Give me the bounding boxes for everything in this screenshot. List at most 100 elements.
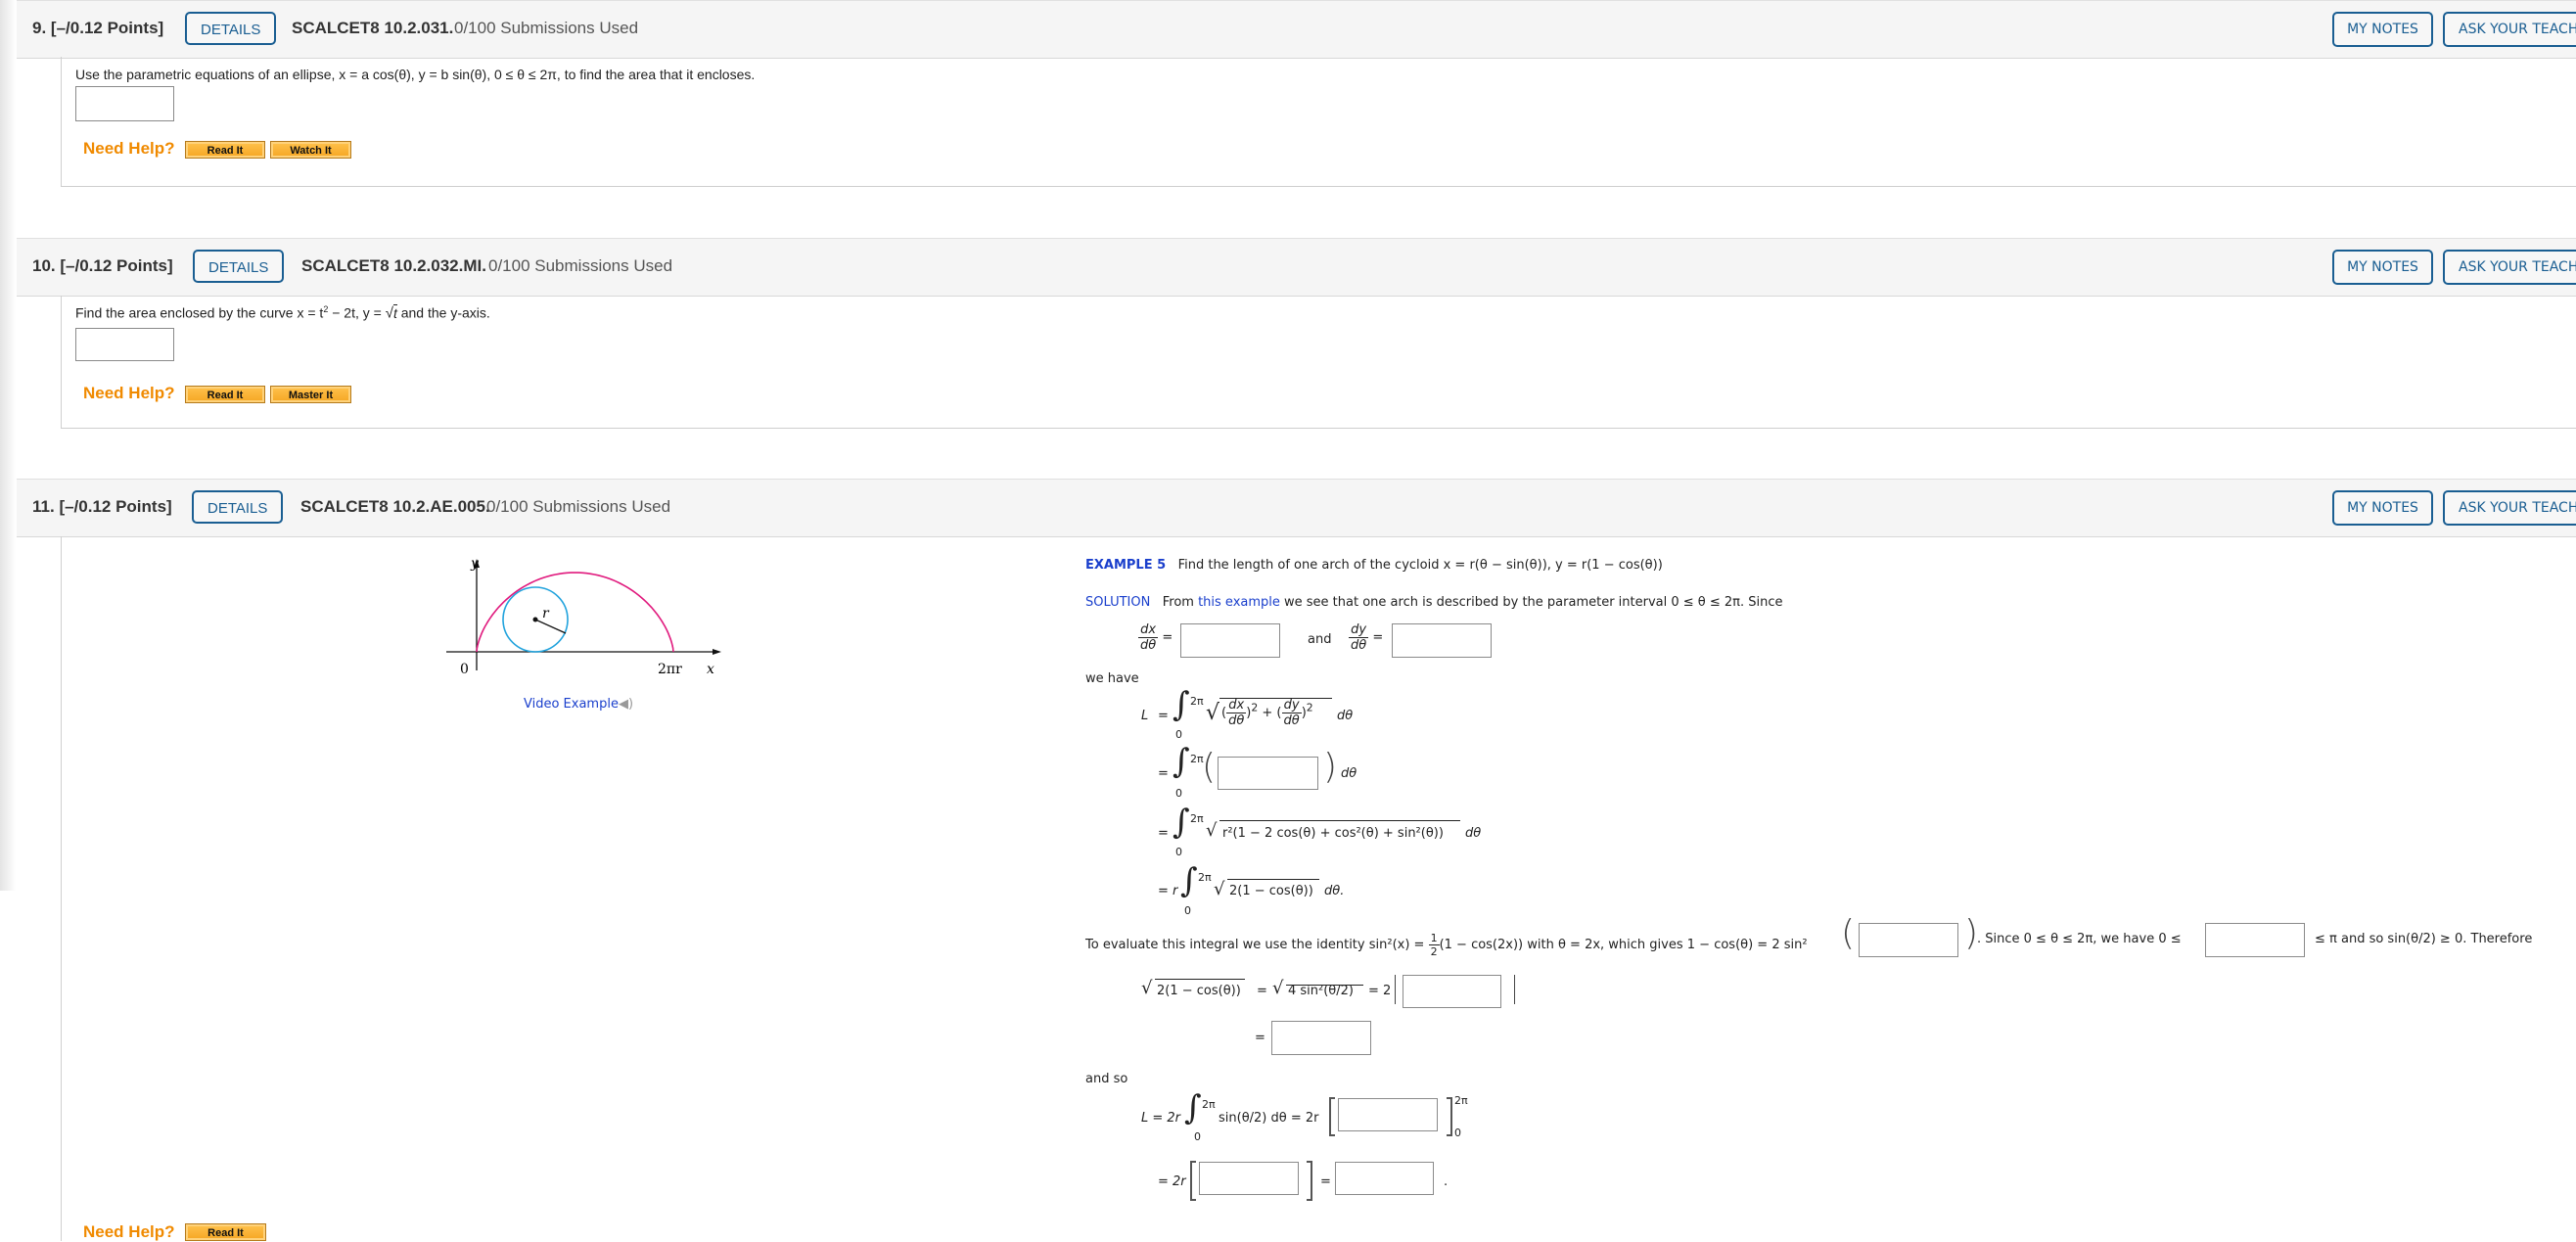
ask-teacher-button[interactable]: ASK YOUR TEACHER [2443, 250, 2576, 285]
upper-limit: 2π [1202, 1098, 1216, 1111]
question-10-body: Find the area enclosed by the curve x = … [61, 296, 2576, 429]
video-example-link[interactable]: Video Example◀) [524, 697, 633, 712]
radicand: (dx dθ)2 + (dy dθ)2 [1221, 698, 1313, 728]
upper-limit: 2π [1454, 1094, 1468, 1107]
end-label: 2πr [658, 662, 682, 677]
half-angle-input[interactable] [1859, 923, 1958, 957]
speaker-icon: ◀) [618, 697, 634, 712]
abs-value-input[interactable] [1403, 975, 1501, 1008]
answer-input[interactable] [75, 86, 174, 121]
abs-left [1395, 975, 1396, 1004]
question-11-header: 11. [–/0.12 Points] DETAILS SCALCET8 10.… [17, 479, 2576, 537]
L-symbol: L [1141, 709, 1149, 723]
question-number: 10. [–/0.12 Points] [32, 256, 173, 275]
dy-dtheta-input[interactable] [1392, 623, 1492, 658]
integral-sign: ∫ [1173, 685, 1190, 724]
my-notes-button[interactable]: MY NOTES [2332, 250, 2433, 285]
left-bracket [1190, 1161, 1196, 1201]
abs-right [1514, 975, 1515, 1004]
sqrt-bar [1219, 820, 1460, 821]
lower-limit: 0 [1175, 787, 1182, 800]
range-input[interactable] [2205, 923, 2305, 957]
final-length-input[interactable] [1335, 1162, 1434, 1195]
radicand: r²(1 − 2 cos(θ) + cos²(θ) + sin²(θ)) [1222, 826, 1444, 841]
L-eq: L = 2r [1141, 1111, 1181, 1126]
sqrt-mid: 4 sin²(θ/2) [1288, 984, 1354, 998]
d-theta: dθ [1337, 709, 1354, 723]
my-notes-button[interactable]: MY NOTES [2332, 12, 2433, 47]
ask-teacher-button[interactable]: ASK YOUR TEACHER [2443, 12, 2576, 47]
antiderivative-input[interactable] [1338, 1098, 1438, 1131]
ask-teacher-button[interactable]: ASK YOUR TEACHER [2443, 490, 2576, 526]
equals: = [1158, 766, 1169, 781]
my-notes-button[interactable]: MY NOTES [2332, 490, 2433, 526]
identity-text: To evaluate this integral we use the ide… [1085, 932, 1808, 958]
details-button[interactable]: DETAILS [193, 250, 285, 283]
read-it-button[interactable]: Read It [185, 141, 265, 159]
upper-limit: 2π [1190, 695, 1204, 708]
integrand-input[interactable] [1218, 757, 1318, 790]
d-theta: dθ [1341, 766, 1357, 781]
sqrt-sign: √ [1206, 701, 1220, 725]
dx-dtheta-input[interactable] [1180, 623, 1280, 658]
sqrt-lhs: 2(1 − cos(θ)) [1157, 984, 1241, 998]
need-help-label: Need Help? [83, 1222, 175, 1241]
answer-input[interactable] [75, 328, 174, 361]
x-label: x [707, 662, 714, 677]
equals: = [1255, 1031, 1265, 1045]
right-paren: ) [1964, 913, 1979, 953]
question-number: 9. [–/0.12 Points] [32, 19, 164, 37]
right-paren: ) [1323, 747, 1338, 787]
read-it-button[interactable]: Read It [185, 386, 265, 403]
left-shadow [0, 0, 16, 891]
question-10-header: 10. [–/0.12 Points] DETAILS SCALCET8 10.… [17, 238, 2576, 297]
question-code: SCALCET8 10.2.AE.005. [300, 497, 490, 516]
watch-it-button[interactable]: Watch It [270, 141, 351, 159]
right-bracket [1447, 1097, 1452, 1136]
equals: = [1158, 709, 1169, 723]
question-prompt: Find the area enclosed by the curve x = … [75, 303, 490, 322]
integral-sign: ∫ [1173, 742, 1190, 781]
since-text: . Since 0 ≤ θ ≤ 2π, we have 0 ≤ [1977, 932, 2182, 946]
sqrt-bar [1227, 879, 1319, 880]
integral-sign: ∫ [1184, 1088, 1202, 1127]
details-button[interactable]: DETAILS [192, 490, 284, 524]
sqrt-sign: √ [1272, 978, 1284, 998]
eq-2r: = 2r [1158, 1174, 1186, 1189]
equals: = [1257, 984, 1267, 998]
left-bracket [1329, 1097, 1335, 1136]
this-example-link[interactable]: this example [1198, 595, 1280, 610]
question-code: SCALCET8 10.2.031. [292, 19, 454, 37]
question-code: SCALCET8 10.2.032.MI. [301, 256, 486, 275]
sqrt-sign: √ [1206, 820, 1218, 841]
d-theta: dθ. [1324, 884, 1345, 898]
upper-limit: 2π [1190, 812, 1204, 825]
read-it-button[interactable]: Read It [185, 1223, 266, 1241]
lower-limit: 0 [1184, 904, 1191, 917]
simplified-input[interactable] [1271, 1021, 1371, 1055]
details-button[interactable]: DETAILS [185, 12, 277, 45]
question-9-body: Use the parametric equations of an ellip… [61, 57, 2576, 187]
r-factor: r [1173, 884, 1178, 898]
period: . [1444, 1174, 1449, 1189]
question-9-header: 9. [–/0.12 Points] DETAILS SCALCET8 10.2… [17, 0, 2576, 59]
integral-sign: ∫ [1173, 803, 1190, 842]
le-pi-text: ≤ π and so sin(θ/2) ≥ 0. Therefore [2315, 932, 2533, 946]
sqrt-sign: √ [1141, 978, 1153, 998]
sqrt-sign: √ [1214, 879, 1225, 899]
solution-line: SOLUTION From this example we see that o… [1085, 595, 1783, 610]
evaluated-input[interactable] [1199, 1162, 1299, 1195]
lower-limit: 0 [1454, 1127, 1461, 1139]
example-heading: EXAMPLE 5 Find the length of one arch of… [1085, 558, 1663, 573]
and-so-label: and so [1085, 1072, 1128, 1086]
we-have-label: we have [1085, 671, 1139, 686]
lower-limit: 0 [1194, 1130, 1201, 1143]
master-it-button[interactable]: Master It [270, 386, 351, 403]
origin-label: 0 [460, 662, 469, 677]
radicand: 2(1 − cos(θ)) [1229, 884, 1313, 898]
need-help-label: Need Help? [83, 384, 175, 402]
equals: = [1320, 1174, 1331, 1189]
sin-half-integrand: sin(θ/2) dθ = 2r [1219, 1111, 1319, 1126]
upper-limit: 2π [1198, 871, 1212, 884]
submissions-count: 0/100 Submissions Used [486, 497, 671, 516]
